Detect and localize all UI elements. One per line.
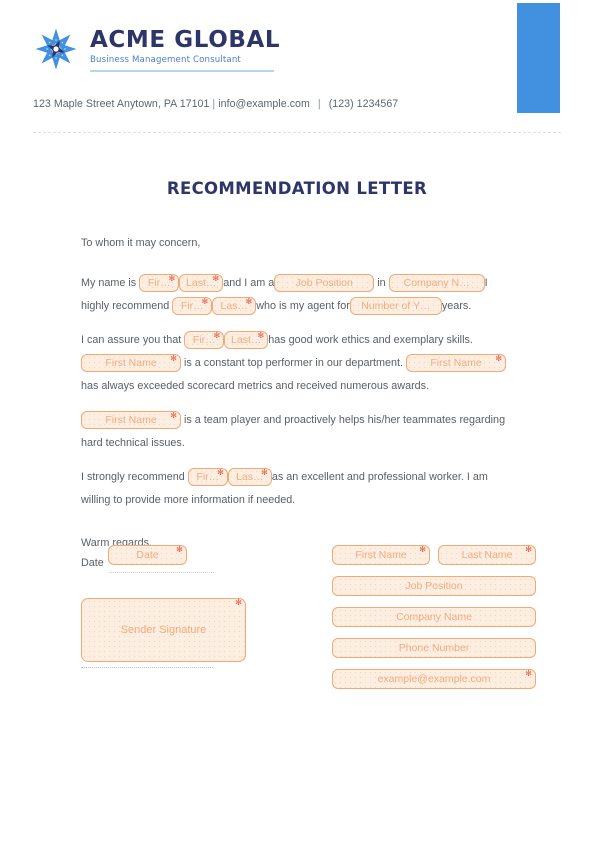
required-asterisk: ✻ [168, 274, 176, 284]
field-sender-last-name-label: Last Name [461, 549, 513, 561]
field-first-name-2-label: Fir… [180, 300, 204, 313]
field-first-name-1[interactable]: Fir… ✻ [139, 274, 180, 293]
field-date[interactable]: Date ✻ [108, 545, 187, 565]
required-asterisk: ✻ [525, 545, 532, 554]
field-sender-phone-number[interactable]: Phone Number [332, 638, 536, 658]
required-asterisk: ✻ [257, 331, 265, 341]
required-asterisk: ✻ [217, 468, 224, 478]
field-first-name-3-label: Fir… [192, 334, 216, 347]
p2-text-2: has good work ethics and exemplary skill… [268, 334, 473, 346]
letterhead: ACME GLOBAL Business Management Consulta… [33, 26, 493, 73]
field-date-label: Date [136, 549, 159, 561]
field-first-name-2[interactable]: Fir… ✻ [172, 297, 213, 316]
field-job-position-inline-label: Job Position [295, 277, 353, 290]
required-asterisk: ✻ [261, 468, 268, 478]
field-first-name-6[interactable]: First Name ✻ [81, 411, 181, 430]
field-last-name-3[interactable]: Last… ✻ [224, 331, 269, 350]
letter-body: To whom it may concern, My name is Fir… ✻… [81, 232, 513, 555]
required-asterisk: ✻ [212, 274, 220, 284]
salutation: To whom it may concern, [81, 237, 201, 249]
paragraph-1: My name is Fir… ✻ Last… ✻ and I am a Job Posi… [81, 272, 513, 318]
p1-text-6: years. [441, 300, 472, 312]
required-asterisk: ✻ [170, 354, 177, 364]
field-last-name-2-label: Las… [220, 300, 248, 313]
field-sender-company-name-label: Company Name [396, 611, 472, 623]
contact-email: info@example.com [218, 98, 310, 110]
field-first-name-7[interactable]: Fir… ✻ [187, 468, 228, 487]
required-asterisk: ✻ [176, 545, 183, 554]
required-asterisk: ✻ [201, 297, 209, 307]
field-sender-phone-number-label: Phone Number [398, 642, 470, 654]
brand-underline-rule [90, 70, 274, 73]
field-first-name-4[interactable]: First Name ✻ [81, 354, 181, 373]
p2-text-1: I can assure you that [81, 334, 182, 346]
required-asterisk: ✻ [245, 297, 253, 307]
brand-name: ACME GLOBAL [90, 27, 281, 53]
field-first-name-1-label: Fir… [147, 277, 171, 290]
p1-text-2: and I am a [223, 277, 275, 289]
header-divider [33, 132, 561, 133]
signature-underline [81, 667, 213, 668]
field-sender-signature[interactable]: Sender Signature ✻ [81, 598, 246, 662]
required-asterisk: ✻ [213, 331, 221, 341]
field-sender-job-position[interactable]: Job Position [332, 576, 536, 596]
sender-name-row: First Name ✻ Last Name ✻ [332, 545, 536, 565]
contact-address: 123 Maple Street Anytown, PA 17101 [33, 98, 210, 110]
header-accent-block [517, 3, 560, 113]
date-label: Date [81, 557, 104, 569]
sender-details-fields: First Name ✻ Last Name ✻ Job Position Comp… [332, 545, 536, 689]
field-sender-company-name[interactable]: Company Name [332, 607, 536, 627]
required-asterisk: ✻ [525, 669, 532, 678]
field-first-name-5-label: First Name [430, 357, 482, 370]
brand-text: ACME GLOBAL Business Management Consulta… [90, 26, 281, 73]
field-sender-last-name[interactable]: Last Name ✻ [438, 545, 536, 565]
contact-separator-1: | [212, 98, 216, 110]
field-last-name-2[interactable]: Las… ✻ [212, 297, 257, 316]
page-title: RECOMMENDATION LETTER [166, 179, 428, 198]
field-first-name-6-label: First Name [105, 414, 157, 427]
required-asterisk: ✻ [419, 545, 426, 554]
required-asterisk: ✻ [235, 598, 242, 607]
p1-text-1: My name is [81, 277, 137, 289]
field-job-position-inline[interactable]: Job Position [274, 274, 375, 293]
field-last-name-4-label: Las… [236, 471, 264, 484]
contact-separator-2: | [317, 98, 321, 110]
field-sender-first-name[interactable]: First Name ✻ [332, 545, 430, 565]
paragraph-4: I strongly recommend Fir… ✻ Las… ✻ as an exc… [81, 466, 513, 512]
contact-info-line: 123 Maple Street Anytown, PA 17101 | info@… [33, 98, 398, 110]
field-last-name-4[interactable]: Las… ✻ [227, 468, 272, 487]
contact-phone: (123) 1234567 [328, 98, 399, 110]
field-first-name-5[interactable]: First Name ✻ [406, 354, 507, 373]
required-asterisk: ✻ [495, 354, 503, 364]
field-sender-first-name-label: First Name [355, 549, 407, 561]
field-number-of-years[interactable]: Number of Y… [349, 297, 442, 316]
field-company-name-inline-label: Company N… [403, 277, 470, 290]
p2-text-3: is a constant top performer in our depar… [184, 357, 404, 369]
brand-row: ACME GLOBAL Business Management Consulta… [33, 26, 493, 73]
p4-text-1: I strongly recommend [81, 471, 185, 483]
field-sender-email-label: example@example.com [377, 673, 491, 685]
field-company-name-inline[interactable]: Company N… [388, 274, 485, 293]
field-last-name-1[interactable]: Last… ✻ [179, 274, 224, 293]
field-first-name-7-label: Fir… [196, 471, 220, 484]
field-sender-signature-label: Sender Signature [120, 624, 207, 636]
field-first-name-4-label: First Name [105, 357, 157, 370]
field-sender-job-position-label: Job Position [405, 580, 463, 592]
field-number-of-years-label: Number of Y… [361, 300, 431, 313]
paragraph-3: First Name ✻ is a team player and proacti… [81, 409, 513, 455]
field-first-name-3[interactable]: Fir… ✻ [184, 331, 225, 350]
paragraph-2: I can assure you that Fir… ✻ Last… ✻ has goo… [81, 329, 513, 398]
p1-text-3: in [377, 277, 386, 289]
p2-text-4: has always exceeded scorecard metrics an… [81, 380, 430, 392]
required-asterisk: ✻ [170, 411, 177, 421]
field-sender-email[interactable]: example@example.com ✻ [332, 669, 536, 689]
snowflake-star-icon [33, 26, 79, 72]
brand-tagline: Business Management Consultant [90, 55, 241, 66]
date-underline [109, 572, 214, 573]
p1-text-5: who is my agent for [256, 300, 350, 312]
